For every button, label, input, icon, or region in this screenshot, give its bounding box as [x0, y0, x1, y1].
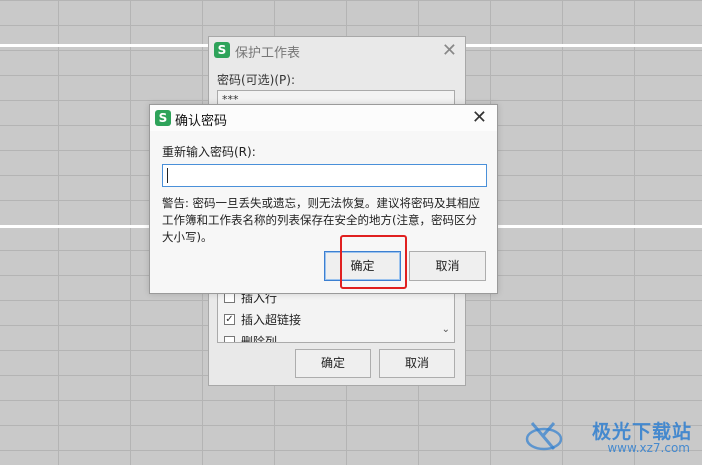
protect-sheet-title: 保护工作表: [235, 46, 301, 61]
ok-button-highlight: [340, 235, 407, 289]
confirm-password-titlebar: S 确认密码 ✕: [150, 105, 497, 131]
permission-label: 删除列: [241, 334, 278, 343]
confirm-password-title: 确认密码: [175, 114, 228, 129]
checkbox[interactable]: [224, 335, 235, 342]
reenter-password-input[interactable]: [162, 164, 487, 187]
watermark-title: 极光下载站: [591, 421, 692, 443]
close-icon[interactable]: ✕: [442, 42, 457, 60]
reenter-password-label: 重新输入密码(R):: [162, 145, 256, 159]
text-caret: [167, 168, 168, 183]
confirm-password-dialog: S 确认密码 ✕ 重新输入密码(R): 警告: 密码一旦丢失或遗忘，则无法恢复。…: [149, 104, 498, 294]
site-watermark: 极光下载站 www.xz7.com: [492, 413, 692, 459]
chevron-down-icon[interactable]: ⌄: [442, 324, 450, 335]
list-item[interactable]: ✓ 插入超链接: [224, 310, 301, 328]
watermark-url: www.xz7.com: [607, 441, 690, 455]
ok-button[interactable]: 确定: [295, 349, 371, 378]
wps-logo-icon: S: [155, 110, 171, 126]
permission-label: 插入超链接: [241, 312, 302, 327]
cancel-button[interactable]: 取消: [379, 349, 455, 378]
site-logo-icon: [525, 422, 563, 451]
list-item[interactable]: 删除列: [224, 332, 278, 343]
checkbox[interactable]: ✓: [224, 313, 235, 325]
warning-text: 警告: 密码一旦丢失或遗忘，则无法恢复。建议将密码及其相应工作簿和工作表名称的列…: [162, 196, 481, 244]
wps-logo-icon: S: [214, 42, 230, 58]
password-label: 密码(可选)(P):: [217, 73, 296, 87]
confirm-cancel-button[interactable]: 取消: [409, 251, 486, 281]
protect-sheet-titlebar: S 保护工作表 ✕: [209, 37, 465, 65]
close-icon[interactable]: ✕: [472, 109, 487, 127]
